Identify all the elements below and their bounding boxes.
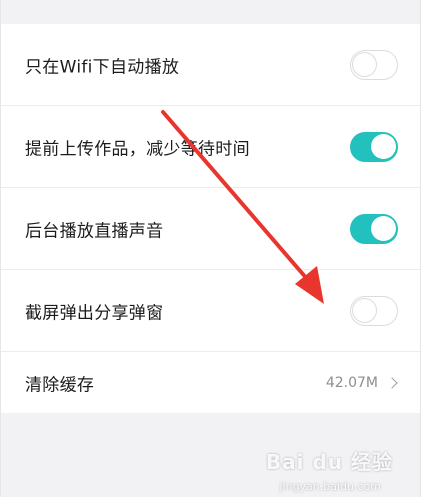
toggle-knob [371, 216, 396, 241]
toggle-knob [352, 52, 377, 77]
baidu-watermark-url: jingyan.baidu.com [279, 480, 381, 493]
setting-label: 只在Wifi下自动播放 [25, 57, 180, 78]
setting-label: 后台播放直播声音 [25, 221, 164, 242]
screenshot-share-toggle[interactable] [350, 296, 398, 326]
setting-label: 截屏弹出分享弹窗 [25, 303, 164, 324]
clear-cache-label: 清除缓存 [25, 375, 95, 395]
settings-card: 只在Wifi下自动播放 提前上传作品，减少等待时间 后台播放直播声音 截屏弹出分… [1, 24, 420, 413]
setting-row-wifi-autoplay[interactable]: 只在Wifi下自动播放 [1, 24, 420, 106]
background-live-audio-toggle[interactable] [350, 214, 398, 244]
chevron-right-icon [386, 376, 398, 389]
wifi-autoplay-toggle[interactable] [350, 50, 398, 80]
setting-row-screenshot-share[interactable]: 截屏弹出分享弹窗 [1, 270, 420, 352]
setting-row-pre-upload[interactable]: 提前上传作品，减少等待时间 [1, 106, 420, 188]
top-spacer [1, 0, 420, 24]
pre-upload-toggle[interactable] [350, 132, 398, 162]
cache-size-value: 42.07M [325, 374, 378, 391]
setting-row-clear-cache[interactable]: 清除缓存 42.07M [1, 352, 420, 413]
toggle-knob [352, 298, 377, 323]
setting-label: 提前上传作品，减少等待时间 [25, 139, 250, 160]
setting-row-background-live-audio[interactable]: 后台播放直播声音 [1, 188, 420, 270]
toggle-knob [371, 134, 396, 159]
baidu-watermark-logo: Bai du 经验 [265, 450, 393, 474]
